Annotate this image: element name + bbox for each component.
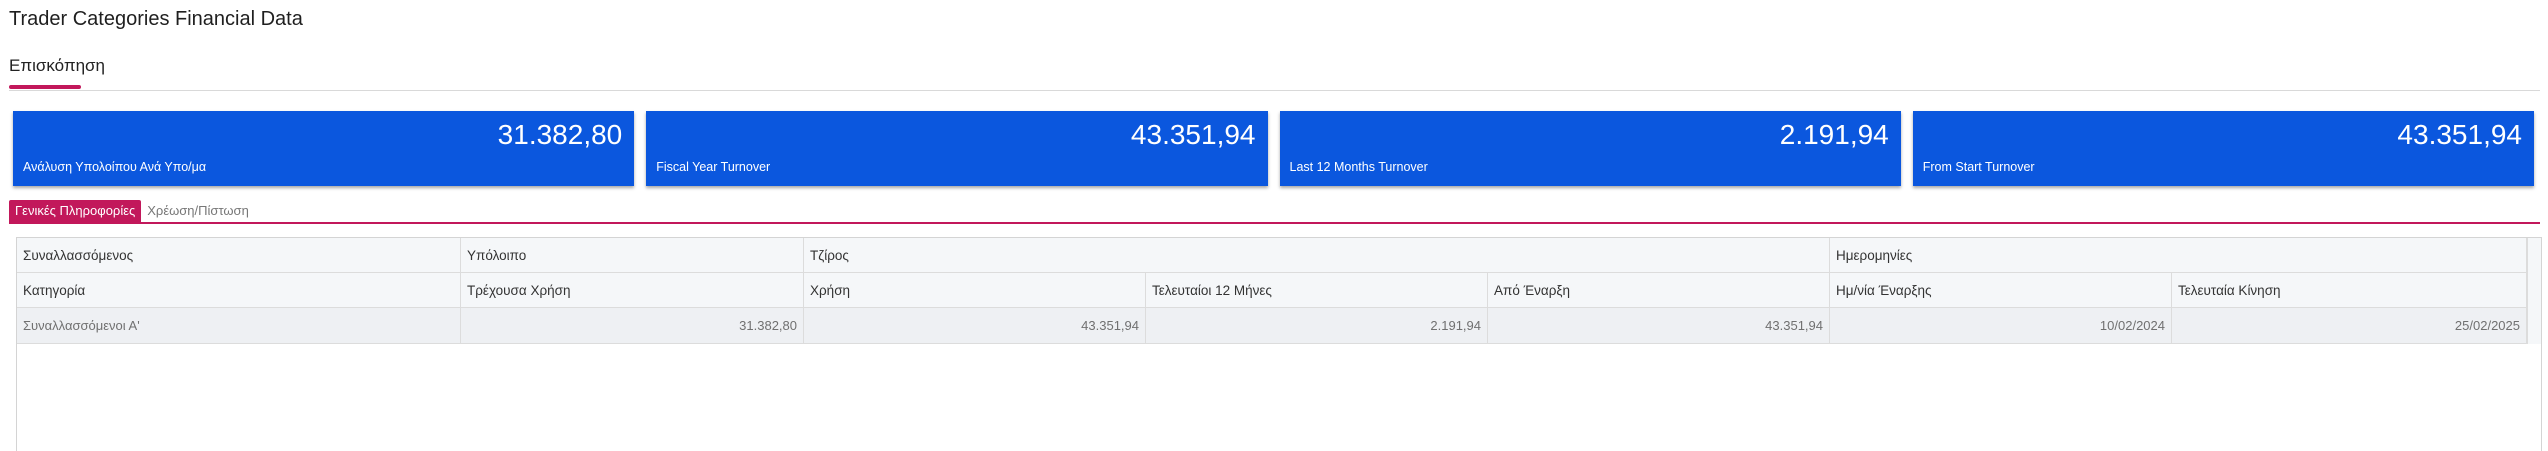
column-header-row: Κατηγορία Τρέχουσα Χρήση Χρήση Τελευταίο… <box>17 273 2527 308</box>
data-grid: Συναλλασσόμενος Υπόλοιπο Τζίρος Ημερομην… <box>16 237 2542 451</box>
top-tabbar: Επισκόπηση <box>9 56 105 89</box>
column-header[interactable]: Από Έναρξη <box>1488 273 1830 308</box>
table-cell: Συναλλασσόμενοι Α' <box>17 308 461 344</box>
table-cell: 43.351,94 <box>1488 308 1830 344</box>
column-header[interactable]: Κατηγορία <box>17 273 461 308</box>
column-header[interactable]: Ημ/νία Έναρξης <box>1830 273 2172 308</box>
kpi-label: From Start Turnover <box>1922 160 2035 174</box>
kpi-cards: 31.382,80 Ανάλυση Υπολοίπου Ανά Υπο/μα 4… <box>13 111 2534 186</box>
table-cell: 2.191,94 <box>1146 308 1488 344</box>
table-cell: 31.382,80 <box>461 308 804 344</box>
group-header-trader: Συναλλασσόμενος <box>17 238 461 273</box>
kpi-label: Last 12 Months Turnover <box>1289 160 1428 174</box>
kpi-label: Ανάλυση Υπολοίπου Ανά Υπο/μα <box>23 160 207 174</box>
kpi-card-balance: 31.382,80 Ανάλυση Υπολοίπου Ανά Υπο/μα <box>13 111 635 186</box>
vertical-scrollbar[interactable] <box>2527 238 2541 344</box>
tab-general-info[interactable]: Γενικές Πληροφορίες <box>9 200 142 222</box>
kpi-value: 43.351,94 <box>2397 119 2522 150</box>
group-header-row: Συναλλασσόμενος Υπόλοιπο Τζίρος Ημερομην… <box>17 238 2527 273</box>
table-row[interactable]: Συναλλασσόμενοι Α' 31.382,80 43.351,94 2… <box>17 308 2527 344</box>
divider <box>9 90 2540 91</box>
kpi-label: Fiscal Year Turnover <box>656 160 771 174</box>
kpi-value: 31.382,80 <box>497 119 623 150</box>
group-header-dates: Ημερομηνίες <box>1830 238 2527 273</box>
group-header-balance: Υπόλοιπο <box>461 238 804 273</box>
group-header-turnover: Τζίρος <box>804 238 1830 273</box>
page: Trader Categories Financial Data Επισκόπ… <box>0 0 2548 451</box>
table-cell: 10/02/2024 <box>1830 308 2172 344</box>
kpi-card-fiscal-year: 43.351,94 Fiscal Year Turnover <box>646 111 1268 186</box>
kpi-value: 2.191,94 <box>1779 119 1889 150</box>
column-header[interactable]: Τελευταίοι 12 Μήνες <box>1146 273 1488 308</box>
column-header[interactable]: Τρέχουσα Χρήση <box>461 273 804 308</box>
tab-overview[interactable]: Επισκόπηση <box>9 56 105 76</box>
subtabs: Γενικές Πληροφορίες Χρέωση/Πίστωση <box>9 200 255 222</box>
table-cell: 43.351,94 <box>804 308 1146 344</box>
column-header[interactable]: Χρήση <box>804 273 1146 308</box>
subtab-divider <box>9 222 2540 224</box>
kpi-card-from-start: 43.351,94 From Start Turnover <box>1912 111 2534 186</box>
kpi-value: 43.351,94 <box>1130 119 1256 150</box>
page-title: Trader Categories Financial Data <box>9 8 303 30</box>
active-tab-indicator <box>9 85 81 89</box>
tab-debit-credit[interactable]: Χρέωση/Πίστωση <box>141 200 255 222</box>
column-header[interactable]: Τελευταία Κίνηση <box>2172 273 2527 308</box>
table-cell: 25/02/2025 <box>2172 308 2527 344</box>
kpi-card-last-12-months: 2.191,94 Last 12 Months Turnover <box>1279 111 1901 186</box>
